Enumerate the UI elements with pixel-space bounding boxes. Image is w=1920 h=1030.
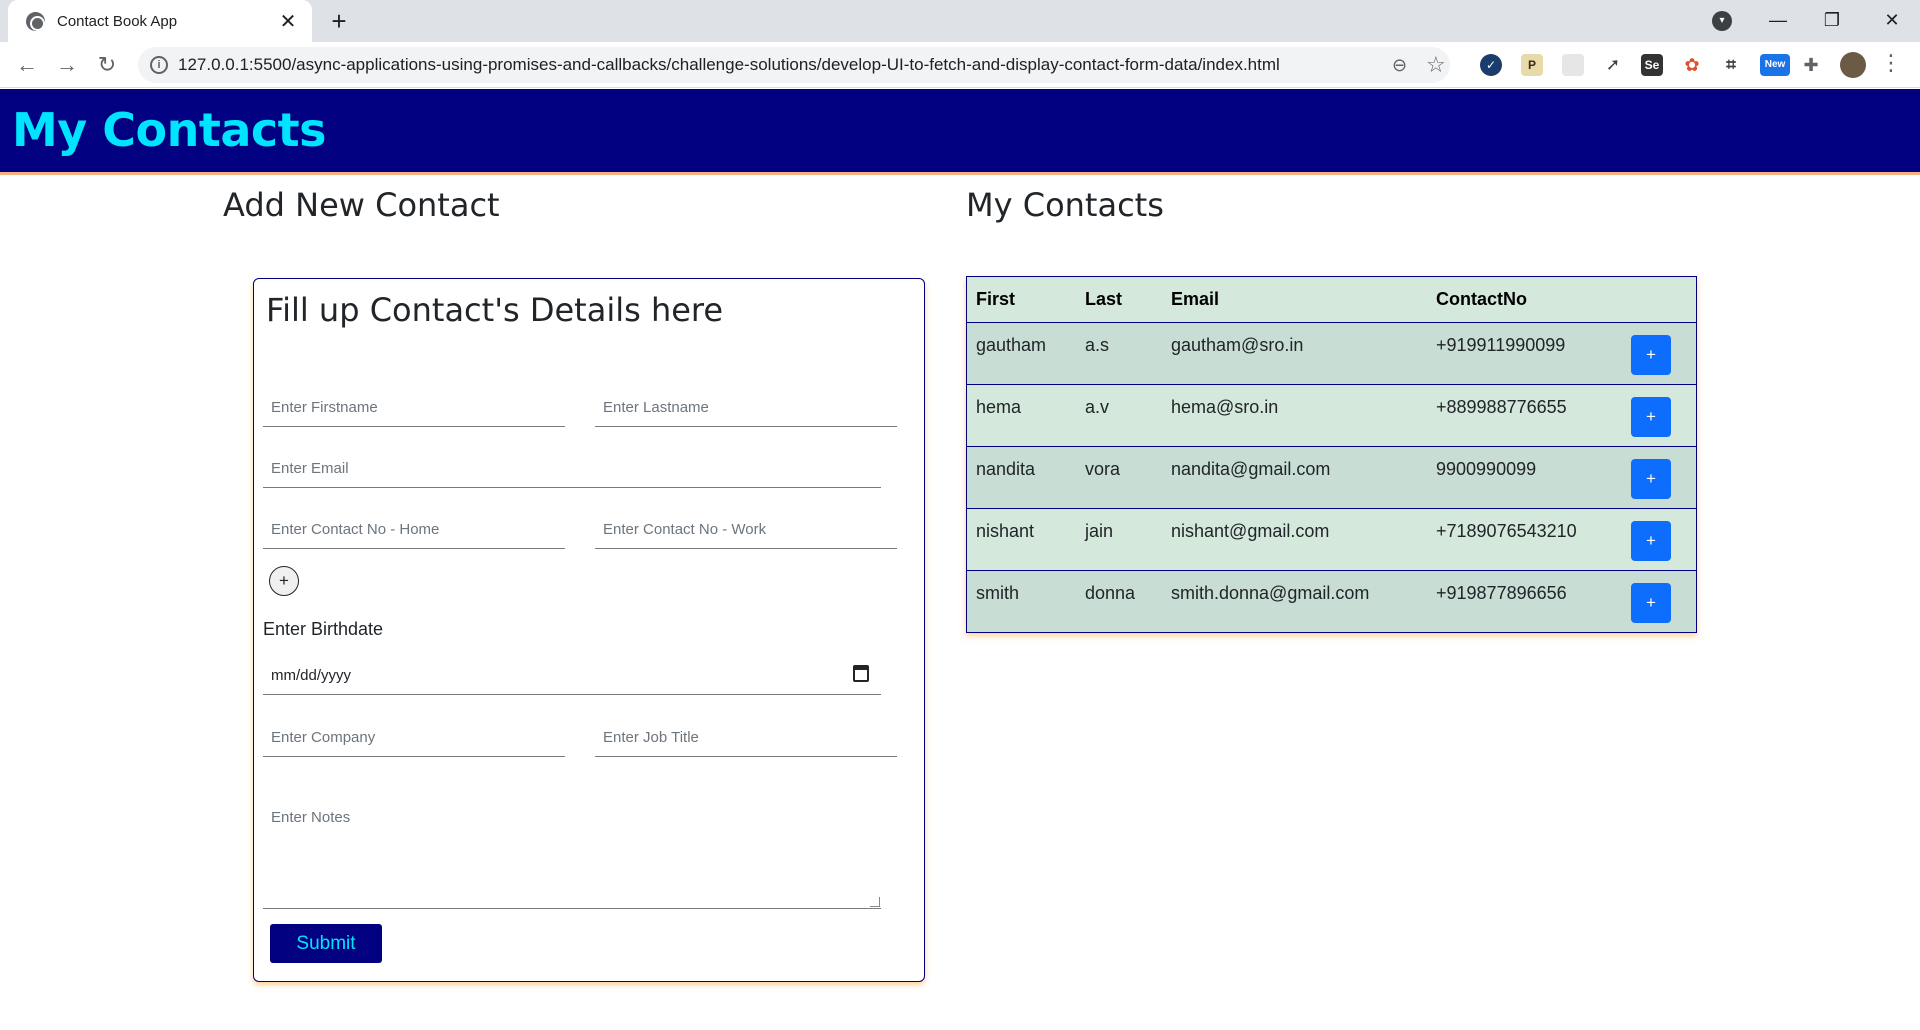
row-expand-button[interactable]: + [1631,459,1671,499]
cell-email: hema@sro.in [1171,397,1279,417]
row-expand-button[interactable]: + [1631,335,1671,375]
contact-work-input[interactable]: Enter Contact No - Work [595,509,897,549]
extension-check-icon[interactable]: ✓ [1480,54,1502,76]
row-expand-button[interactable]: + [1631,583,1671,623]
email-input[interactable]: Enter Email [263,448,881,488]
forward-icon[interactable]: → [52,50,82,80]
email-placeholder: Enter Email [271,460,349,477]
table-row: gautham a.s gautham@sro.in +919911990099… [967,323,1696,385]
selenium-icon[interactable]: Se [1641,54,1663,76]
address-bar[interactable]: i 127.0.0.1:5500/async-applications-usin… [138,47,1450,83]
column-header-first: First [976,289,1016,309]
cell-last: jain [1085,521,1114,541]
extension-p-icon[interactable]: P [1521,54,1543,76]
cell-contact: 9900990099 [1436,459,1537,479]
new-tab-button[interactable]: + [324,6,354,36]
submit-button[interactable]: Submit [270,924,382,963]
tab-title: Contact Book App [57,12,178,30]
minimize-icon[interactable]: — [1758,4,1798,36]
resize-grip-icon[interactable] [870,897,880,907]
lastname-input[interactable]: Enter Lastname [595,387,897,427]
contacts-heading: My Contacts [966,186,1164,224]
contact-home-placeholder: Enter Contact No - Home [271,521,440,538]
browser-menu-icon[interactable]: ⋮ [1880,50,1902,76]
restore-icon[interactable]: ❐ [1812,4,1852,36]
puzzle-icon[interactable]: ✚ [1800,54,1822,76]
cell-last: a.v [1085,397,1110,417]
cell-email: nishant@gmail.com [1171,521,1330,541]
table-row: nandita vora nandita@gmail.com 990099009… [967,447,1696,509]
cell-email: smith.donna@gmail.com [1171,583,1370,603]
notes-placeholder: Enter Notes [271,809,351,826]
cell-contact: +889988776655 [1436,397,1567,417]
contact-form-card: Fill up Contact's Details here Enter Fir… [253,278,925,982]
birthdate-label: Enter Birthdate [263,619,384,639]
column-header-contactno: ContactNo [1436,289,1527,309]
tab-search-icon[interactable]: ▾ [1712,11,1732,31]
cell-contact: +919877896656 [1436,583,1567,603]
column-header-last: Last [1085,289,1123,309]
profile-avatar[interactable] [1840,52,1866,78]
form-card-title: Fill up Contact's Details here [266,291,724,329]
cell-contact: +919911990099 [1436,335,1566,355]
table-row: nishant jain nishant@gmail.com +71890765… [967,509,1696,571]
contacts-table: First Last Email ContactNo gautham a.s g… [966,276,1697,633]
url-text[interactable]: 127.0.0.1:5500/async-applications-using-… [178,47,1280,83]
browser-toolbar: ← → ↻ i 127.0.0.1:5500/async-application… [0,42,1920,88]
cell-last: donna [1085,583,1136,603]
reload-icon[interactable]: ↻ [92,50,122,80]
extension-blank-icon[interactable] [1562,54,1584,76]
bookmark-star-icon[interactable]: ☆ [1426,52,1446,78]
cell-email: nandita@gmail.com [1171,459,1331,479]
site-info-icon[interactable]: i [150,56,168,74]
firstname-placeholder: Enter Firstname [271,399,378,416]
cell-first: nandita [976,459,1036,479]
cell-email: gautham@sro.in [1171,335,1304,355]
cell-first: nishant [976,521,1035,541]
globe-icon [26,11,45,31]
cell-contact: +7189076543210 [1436,521,1577,541]
contact-home-input[interactable]: Enter Contact No - Home [263,509,565,549]
cell-last: vora [1085,459,1121,479]
screenshot-icon[interactable]: ⌗ [1720,54,1742,76]
birthdate-value: mm/dd/yyyy [271,667,352,684]
brand-title[interactable]: My Contacts [12,103,327,157]
notes-textarea[interactable]: Enter Notes [263,789,881,909]
add-contact-heading: Add New Contact [223,186,500,224]
birthdate-input[interactable]: mm/dd/yyyy [263,655,881,695]
rocket-icon[interactable]: ➚ [1602,54,1624,76]
job-title-input[interactable]: Enter Job Title [595,717,897,757]
cell-last: a.s [1085,335,1110,355]
calendar-icon[interactable] [853,665,869,682]
color-wheel-icon[interactable]: ✿ [1681,54,1703,76]
firstname-input[interactable]: Enter Firstname [263,387,565,427]
company-input[interactable]: Enter Company [263,717,565,757]
zoom-icon[interactable]: ⊖ [1392,55,1407,76]
browser-tabstrip: Contact Book App ✕ + ▾ — ❐ ✕ [0,0,1920,42]
row-expand-button[interactable]: + [1631,521,1671,561]
table-row: smith donna smith.donna@gmail.com +91987… [967,571,1696,632]
cell-first: smith [976,583,1020,603]
column-header-email: Email [1171,289,1220,309]
row-expand-button[interactable]: + [1631,397,1671,437]
add-phone-button[interactable]: + [269,566,299,596]
close-window-icon[interactable]: ✕ [1872,4,1912,36]
browser-tab[interactable]: Contact Book App ✕ [8,0,312,42]
lastname-placeholder: Enter Lastname [603,399,709,416]
extension-new-badge[interactable]: New [1760,54,1790,76]
table-header: First Last Email ContactNo [967,277,1696,323]
back-icon[interactable]: ← [12,50,42,80]
company-placeholder: Enter Company [271,729,376,746]
cell-first: hema [976,397,1022,417]
job-title-placeholder: Enter Job Title [603,729,699,746]
close-tab-icon[interactable]: ✕ [278,9,298,34]
app-navbar: My Contacts [0,89,1920,175]
table-row: hema a.v hema@sro.in +889988776655 + [967,385,1696,447]
contact-work-placeholder: Enter Contact No - Work [603,521,767,538]
cell-first: gautham [976,335,1047,355]
